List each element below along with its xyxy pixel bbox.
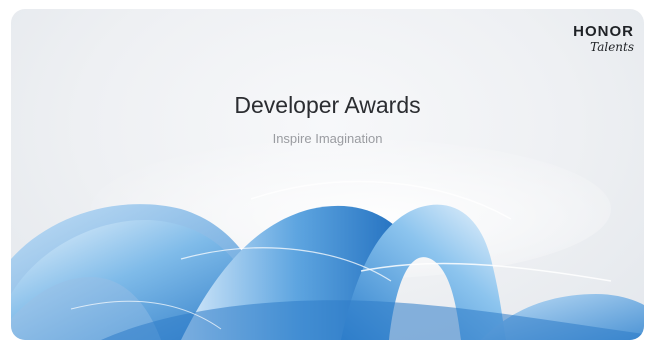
brand-subname: Talents [590,40,634,54]
award-banner-card[interactable]: HONOR Talents Developer Awards Inspire I… [11,9,644,340]
blue-ribbon-artwork [11,139,644,340]
hero-title: Developer Awards [234,92,421,118]
brand-name: HONOR [573,23,634,40]
honor-talents-logo: HONOR Talents [573,23,634,55]
hero-subtitle: Inspire Imagination [272,131,383,146]
